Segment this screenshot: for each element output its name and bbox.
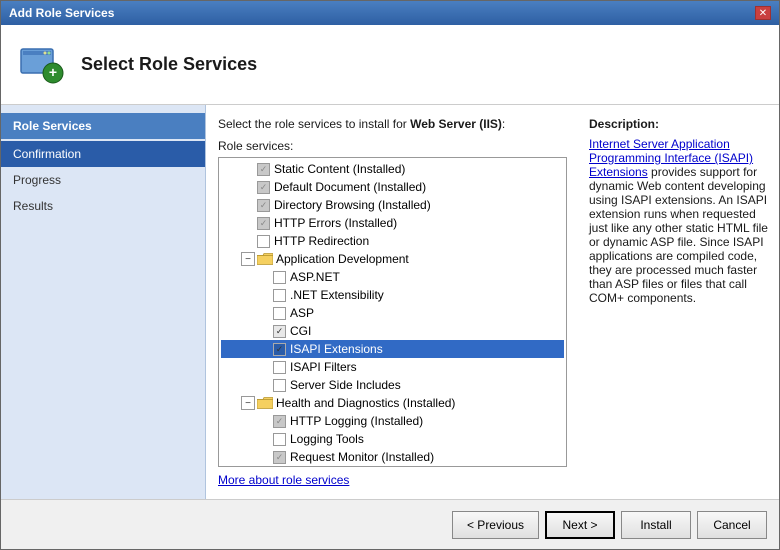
sidebar-item-progress[interactable]: Progress [1,167,205,193]
checkbox-static-content[interactable] [257,163,270,176]
main-content: Role Services Confirmation Progress Resu… [1,105,779,499]
description-panel: Description: Internet Server Application… [579,105,779,499]
sidebar: Role Services Confirmation Progress Resu… [1,105,206,499]
svg-text:+: + [49,64,57,80]
checkbox-isapi-filters[interactable] [273,361,286,374]
sidebar-item-confirmation[interactable]: Confirmation [1,141,205,167]
tree-row-default-doc[interactable]: Default Document (Installed) [221,178,564,196]
checkbox-http-redir[interactable] [257,235,270,248]
tree-row-aspnet[interactable]: ASP.NET [221,268,564,286]
checkbox-cgi[interactable] [273,325,286,338]
header-area: + Select Role Services [1,25,779,105]
checkbox-http-errors[interactable] [257,217,270,230]
checkbox-aspnet[interactable] [273,271,286,284]
folder-icon-app-dev [257,252,273,266]
bottom-bar: < Previous Next > Install Cancel [1,499,779,549]
checkbox-isapi-ext[interactable] [273,343,286,356]
tree-row-asp[interactable]: ASP [221,304,564,322]
install-button[interactable]: Install [621,511,691,539]
previous-button[interactable]: < Previous [452,511,539,539]
tree-row-isapi-ext[interactable]: ISAPI Extensions [221,340,564,358]
tree-row-http-logging[interactable]: HTTP Logging (Installed) [221,412,564,430]
expander-health-diag[interactable]: − [241,396,255,410]
role-services-tree[interactable]: Static Content (Installed) Default Docum… [218,157,567,467]
tree-row-isapi-filters[interactable]: ISAPI Filters [221,358,564,376]
tree-row-http-errors[interactable]: HTTP Errors (Installed) [221,214,564,232]
left-panel: Select the role services to install for … [206,105,579,499]
header-icon: + [17,41,65,89]
checkbox-asp[interactable] [273,307,286,320]
more-link[interactable]: More about role services [218,473,567,487]
tree-row-ssi[interactable]: Server Side Includes [221,376,564,394]
checkbox-req-monitor[interactable] [273,451,286,464]
description-title: Description: [589,117,769,131]
tree-row-http-redir[interactable]: HTTP Redirection [221,232,564,250]
tree-row-app-dev[interactable]: − Application Development [221,250,564,268]
instruction-text: Select the role services to install for … [218,117,567,131]
cancel-button[interactable]: Cancel [697,511,767,539]
tree-row-cgi[interactable]: CGI [221,322,564,340]
tree-row-logging-tools[interactable]: Logging Tools [221,430,564,448]
checkbox-default-doc[interactable] [257,181,270,194]
sidebar-item-results[interactable]: Results [1,193,205,219]
tree-row-tracing[interactable]: Tracing [221,466,564,467]
checkbox-http-logging[interactable] [273,415,286,428]
main-window: Add Role Services ✕ + Select Role Servic… [0,0,780,550]
next-button[interactable]: Next > [545,511,615,539]
title-bar: Add Role Services ✕ [1,1,779,25]
checkbox-net-ext[interactable] [273,289,286,302]
expander-app-dev[interactable]: − [241,252,255,266]
checkbox-dir-browsing[interactable] [257,199,270,212]
role-services-label: Role services: [218,139,567,153]
tree-row-static-content[interactable]: Static Content (Installed) [221,160,564,178]
checkbox-ssi[interactable] [273,379,286,392]
window-title: Add Role Services [9,6,114,20]
close-button[interactable]: ✕ [755,6,771,20]
tree-row-dir-browsing[interactable]: Directory Browsing (Installed) [221,196,564,214]
sidebar-section-header: Role Services [1,113,205,139]
tree-row-health-diag[interactable]: − Health and Diagnostics (Installed) [221,394,564,412]
tree-row-net-ext[interactable]: .NET Extensibility [221,286,564,304]
folder-icon-health [257,396,273,410]
page-title: Select Role Services [81,54,257,75]
checkbox-logging-tools[interactable] [273,433,286,446]
content-area: Select the role services to install for … [206,105,779,499]
description-body: Internet Server Application Programming … [589,137,769,305]
tree-row-req-monitor[interactable]: Request Monitor (Installed) [221,448,564,466]
description-text: provides support for dynamic Web content… [589,165,768,305]
